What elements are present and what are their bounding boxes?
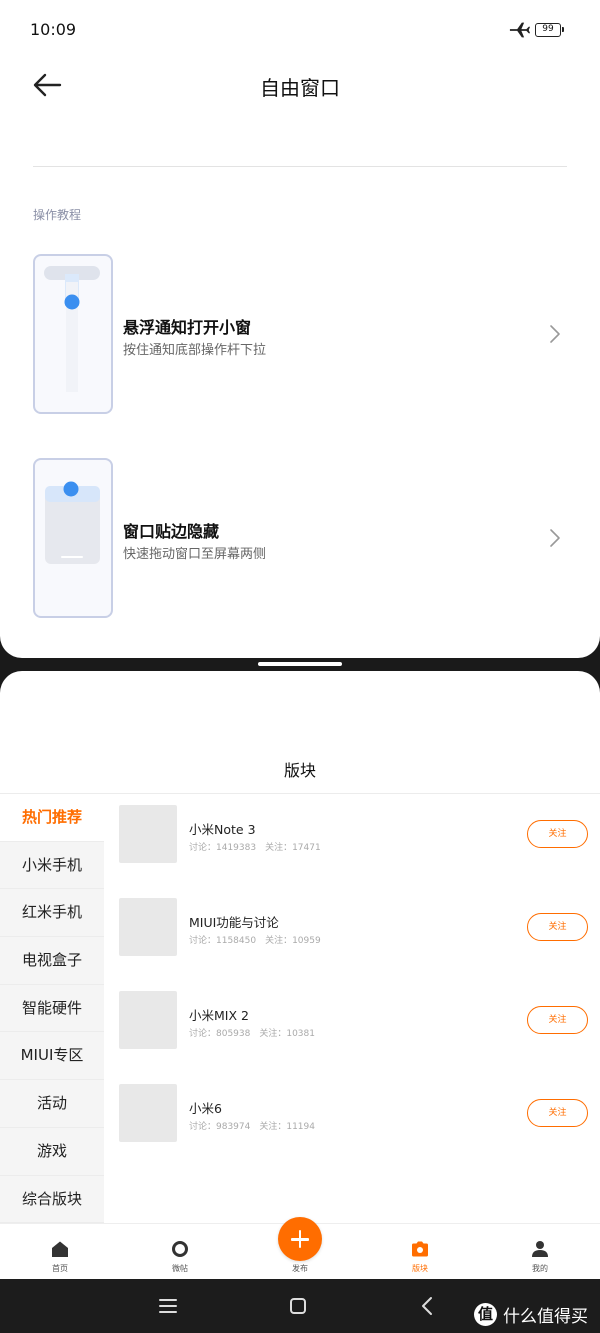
phone-illustration xyxy=(33,458,113,618)
chevron-right-icon xyxy=(550,325,560,343)
category-general[interactable]: 综合版块 xyxy=(0,1175,104,1224)
forum-item[interactable]: 小米6 讨论：983974 关注：11194 关注 xyxy=(104,1073,600,1166)
tab-me[interactable]: 我的 xyxy=(480,1224,600,1279)
tab-label: 版块 xyxy=(412,1264,428,1273)
settings-window: 10:09 99 自由窗口 操作教程 悬浮通知打开小窗 按住通知底部操作杆下拉 … xyxy=(0,0,600,658)
window-split-handle[interactable] xyxy=(258,662,342,666)
publish-fab-button[interactable] xyxy=(278,1217,322,1261)
header-divider xyxy=(33,166,567,167)
category-events[interactable]: 活动 xyxy=(0,1080,104,1128)
forum-thumbnail xyxy=(119,991,177,1049)
square-icon[interactable] xyxy=(285,1293,311,1319)
camera-icon xyxy=(412,1241,428,1257)
screen: 10:09 99 自由窗口 操作教程 悬浮通知打开小窗 按住通知底部操作杆下拉 … xyxy=(0,0,600,1333)
tutorial-floating-notification[interactable]: 悬浮通知打开小窗 按住通知底部操作杆下拉 xyxy=(0,254,600,414)
category-redmi-phone[interactable]: 红米手机 xyxy=(0,889,104,938)
board-title: 版块 xyxy=(283,761,316,780)
forum-list: 小米Note 3 讨论：1419383 关注：17471 关注 MIUI功能与讨… xyxy=(104,794,600,1166)
tab-boards[interactable]: 版块 xyxy=(360,1224,480,1279)
forum-name: MIUI功能与讨论 xyxy=(189,915,279,930)
chevron-right-icon xyxy=(550,529,560,547)
back-chevron-icon[interactable] xyxy=(415,1293,441,1319)
person-icon xyxy=(532,1241,548,1257)
section-label: 操作教程 xyxy=(33,208,82,222)
page-title: 自由窗口 xyxy=(260,76,340,100)
notification-drag-illustration xyxy=(44,266,100,392)
tutorial-desc: 快速拖动窗口至屏幕两侧 xyxy=(123,547,267,562)
tab-label: 我的 xyxy=(532,1264,548,1273)
category-hot[interactable]: 热门推荐 xyxy=(0,794,104,842)
follow-button[interactable]: 关注 xyxy=(527,1099,588,1127)
follow-button[interactable]: 关注 xyxy=(527,1006,588,1034)
category-smart-hardware[interactable]: 智能硬件 xyxy=(0,984,104,1033)
window-drag-illustration xyxy=(45,481,100,564)
forum-stats: 讨论：805938 关注：10381 xyxy=(189,1029,315,1039)
forum-name: 小米MIX 2 xyxy=(189,1008,249,1023)
circle-icon xyxy=(172,1241,188,1257)
forum-name: 小米6 xyxy=(189,1101,222,1116)
app-window: 版块 热门推荐 小米手机 红米手机 电视盒子 智能硬件 MIUI专区 活动 游戏… xyxy=(0,671,600,1279)
category-sidebar: 热门推荐 小米手机 红米手机 电视盒子 智能硬件 MIUI专区 活动 游戏 综合… xyxy=(0,794,104,1224)
tab-home[interactable]: 首页 xyxy=(0,1224,120,1279)
forum-item[interactable]: MIUI功能与讨论 讨论：1158450 关注：10959 关注 xyxy=(104,887,600,980)
watermark-text: 什么值得买 xyxy=(503,1306,588,1327)
forum-thumbnail xyxy=(119,898,177,956)
tab-label: 微帖 xyxy=(172,1264,188,1273)
status-bar: 10:09 99 xyxy=(0,0,600,60)
category-games[interactable]: 游戏 xyxy=(0,1127,104,1176)
menu-icon[interactable] xyxy=(155,1293,181,1319)
category-tv-box[interactable]: 电视盒子 xyxy=(0,937,104,985)
tutorial-title: 悬浮通知打开小窗 xyxy=(123,318,252,337)
forum-item[interactable]: 小米Note 3 讨论：1419383 关注：17471 关注 xyxy=(104,794,600,887)
battery-level: 99 xyxy=(542,24,554,34)
status-time: 10:09 xyxy=(30,20,77,39)
home-icon xyxy=(52,1241,68,1257)
forum-thumbnail xyxy=(119,805,177,863)
watermark-badge: 值 xyxy=(474,1302,497,1326)
tutorial-title: 窗口贴边隐藏 xyxy=(123,522,220,541)
tab-label: 首页 xyxy=(52,1264,68,1273)
plus-icon-stroke xyxy=(298,1230,302,1248)
follow-button[interactable]: 关注 xyxy=(527,820,588,848)
category-miui[interactable]: MIUI专区 xyxy=(0,1032,104,1081)
forum-item[interactable]: 小米MIX 2 讨论：805938 关注：10381 关注 xyxy=(104,980,600,1073)
tab-label: 发布 xyxy=(292,1264,308,1273)
tutorial-desc: 按住通知底部操作杆下拉 xyxy=(123,343,267,358)
forum-name: 小米Note 3 xyxy=(189,822,256,837)
forum-stats: 讨论：1158450 关注：10959 xyxy=(189,936,321,946)
category-xiaomi-phone[interactable]: 小米手机 xyxy=(0,841,104,890)
forum-stats: 讨论：1419383 关注：17471 xyxy=(189,843,321,853)
forum-stats: 讨论：983974 关注：11194 xyxy=(189,1122,315,1132)
forum-thumbnail xyxy=(119,1084,177,1142)
phone-illustration xyxy=(33,254,113,414)
battery-icon: 99 xyxy=(535,23,564,37)
tutorial-edge-hide[interactable]: 窗口贴边隐藏 快速拖动窗口至屏幕两侧 xyxy=(0,458,600,618)
airplane-icon xyxy=(509,22,531,38)
follow-button[interactable]: 关注 xyxy=(527,913,588,941)
tab-posts[interactable]: 微帖 xyxy=(120,1224,240,1279)
watermark-logo: 值 什么值得买 xyxy=(474,1302,588,1327)
